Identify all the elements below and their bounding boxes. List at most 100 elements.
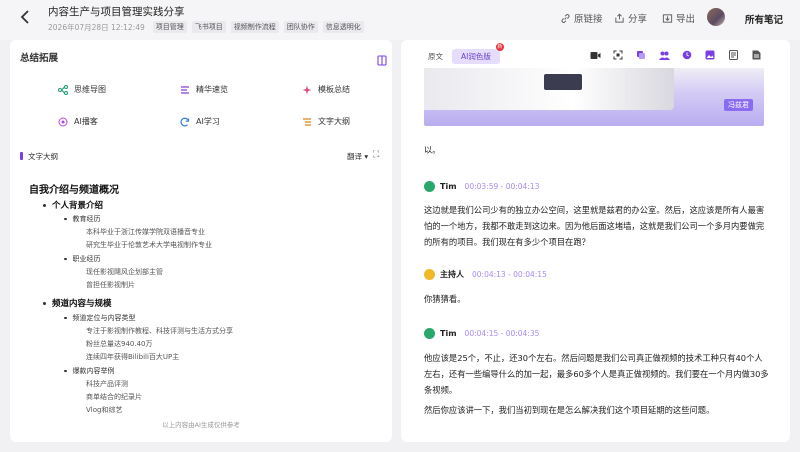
outline-item: 职业经历: [64, 254, 101, 264]
export-icon: [662, 13, 673, 23]
page-title: 内容生产与项目管理实践分享: [48, 6, 185, 18]
sparkle-icon: [302, 85, 312, 95]
mindmap-icon: [58, 84, 68, 95]
transcript-text: 以。: [424, 145, 441, 155]
speaker-avatar-icon: [424, 269, 435, 280]
outline-text: 个人背景介绍: [52, 201, 104, 211]
speaker-header: Tim 00:04:15 - 00:04:35: [424, 328, 539, 339]
tag[interactable]: 项目管理: [152, 21, 187, 33]
translate-label: 翻译: [347, 152, 362, 161]
outline-item: 粉丝总量达940.40万: [86, 340, 153, 348]
copy-icon[interactable]: [632, 48, 650, 62]
outline-item: Vlog和综艺: [86, 406, 123, 414]
ai-disclaimer: 以上内容由AI生成仅供参考: [162, 421, 240, 429]
outline-item: 商单结合的纪录片: [86, 393, 142, 401]
file-icon[interactable]: [747, 48, 765, 62]
all-notes-link[interactable]: 所有笔记: [745, 12, 783, 26]
tag[interactable]: 视频制作流程: [230, 21, 279, 33]
timestamp[interactable]: 00:03:59 - 00:04:13: [465, 182, 540, 191]
source-link-button[interactable]: 原链接: [560, 11, 603, 25]
outline-item: 连续四年获得Bilibili百大UP主: [86, 353, 180, 361]
chevron-down-icon: ▾: [364, 152, 369, 161]
ai-podcast-tool[interactable]: AI播客: [58, 116, 98, 127]
template-summary-tool[interactable]: 模板总结: [302, 84, 350, 95]
text-outline-tool[interactable]: 文字大纲: [302, 116, 350, 127]
top-bar: 内容生产与项目管理实践分享 2026年07月28日 12:12:49 项目管理 …: [0, 0, 800, 40]
outline-text: 职业经历: [72, 255, 101, 263]
tag[interactable]: 团队协作: [283, 21, 318, 33]
video-icon[interactable]: [586, 48, 604, 62]
share-icon: [615, 12, 624, 23]
outline-item: 个人背景介绍: [43, 199, 103, 211]
outline-text: 爆款内容举例: [72, 367, 115, 375]
text-outline-label: 文字大纲: [318, 117, 350, 126]
transcript-panel: 原文 AI润色版新 冯兹君 以。 Tim 00:03:59 - 00:04:13…: [401, 40, 790, 442]
back-icon[interactable]: [20, 10, 34, 28]
outline-text: 频道定位与内容类型: [72, 314, 136, 322]
mindmap-label: 思维导图: [74, 85, 106, 94]
export-button[interactable]: 导出: [662, 11, 695, 25]
outline-item: 专注于影视制作教程、科技评测与生活方式分享: [86, 327, 233, 335]
image-icon[interactable]: [701, 48, 719, 62]
outline-text: 教育经历: [72, 215, 101, 223]
list-icon: [180, 85, 190, 95]
speaker-name: 主持人: [440, 270, 464, 279]
highlights-label: 精华速览: [196, 85, 228, 94]
avatar[interactable]: [707, 8, 725, 26]
section-marker: [20, 152, 23, 160]
toolbar-icons: [586, 48, 765, 62]
summary-panel: 总结拓展 思维导图 精华速览 模板总结 AI播客 AI学习 文字大纲 文字大纲 …: [10, 40, 392, 442]
speaker-name-tag: 冯兹君: [724, 99, 753, 111]
export-label: 导出: [676, 14, 696, 25]
outline-item: 爆款内容举例: [64, 366, 115, 376]
speaker-name: Tim: [440, 182, 457, 191]
note-date: 2026年07月28日 12:12:49: [48, 22, 145, 32]
scan-icon[interactable]: [609, 48, 627, 62]
transcript-text: 你猜猜看。: [424, 294, 466, 304]
tab-original[interactable]: 原文: [419, 49, 452, 64]
clock-icon[interactable]: [678, 48, 696, 62]
transcript-text: 这边就是我们公司少有的独立办公空间，这里就是兹君的办公室。然后，这应该是所有人最…: [424, 205, 765, 247]
share-button[interactable]: 分享: [614, 11, 647, 25]
book-icon[interactable]: [377, 51, 387, 70]
outline-section-label: 文字大纲: [28, 152, 58, 161]
template-summary-label: 模板总结: [318, 85, 350, 94]
outline-item: 曾担任影视制片: [86, 281, 135, 289]
outline-item: 教育经历: [64, 214, 101, 224]
speaker-avatar-icon: [424, 181, 435, 192]
speaker-avatar-icon: [424, 328, 435, 339]
share-label: 分享: [628, 14, 648, 25]
speaker-header: 主持人 00:04:13 - 00:04:15: [424, 269, 547, 280]
people-icon[interactable]: [655, 48, 673, 62]
outline-text: 频道内容与规模: [52, 299, 112, 309]
outline-heading: 自我介绍与频道概况: [29, 185, 119, 196]
outline-icon: [302, 117, 312, 127]
ai-learn-tool[interactable]: AI学习: [180, 116, 220, 127]
transcript-text: 他应该是25个，不止，还30个左右。然后问题是我们公司真正做视频的技术工种只有4…: [424, 353, 769, 395]
new-badge: 新: [495, 43, 504, 51]
timestamp[interactable]: 00:04:13 - 00:04:15: [472, 270, 547, 279]
timestamp[interactable]: 00:04:15 - 00:04:35: [465, 329, 540, 338]
meta-row: 2026年07月28日 12:12:49 项目管理 飞书项目 视频制作流程 团队…: [48, 21, 364, 33]
tag[interactable]: 信息透明化: [322, 21, 364, 33]
translate-dropdown[interactable]: 翻译 ▾: [347, 151, 368, 162]
tab-ai-label: AI润色版: [461, 52, 491, 61]
outline-item: 研究生毕业于伦敦艺术大学电视制作专业: [86, 241, 212, 249]
tab-ai-polished[interactable]: AI润色版新: [452, 43, 504, 64]
outline-item: 频道内容与规模: [43, 297, 112, 309]
tag[interactable]: 飞书项目: [191, 21, 226, 33]
video-frame-image: 冯兹君: [424, 68, 764, 126]
speaker-header: Tim 00:03:59 - 00:04:13: [424, 181, 539, 192]
highlights-tool[interactable]: 精华速览: [180, 84, 228, 95]
outline-item: 频道定位与内容类型: [64, 313, 136, 323]
expand-icon[interactable]: ⛶: [373, 150, 379, 160]
refresh-icon: [180, 117, 190, 127]
outline-item: 科技产品评测: [86, 380, 128, 388]
ai-learn-label: AI学习: [196, 117, 220, 126]
view-tabs: 原文 AI润色版新: [419, 43, 504, 64]
document-icon[interactable]: [724, 48, 742, 62]
transcript-text: 然后你应该讲一下，我们当初到现在是怎么解决我们这个项目延期的这些问题。: [424, 405, 715, 415]
mindmap-tool[interactable]: 思维导图: [58, 84, 106, 95]
source-link-label: 原链接: [574, 14, 603, 25]
ai-podcast-label: AI播客: [74, 117, 98, 126]
